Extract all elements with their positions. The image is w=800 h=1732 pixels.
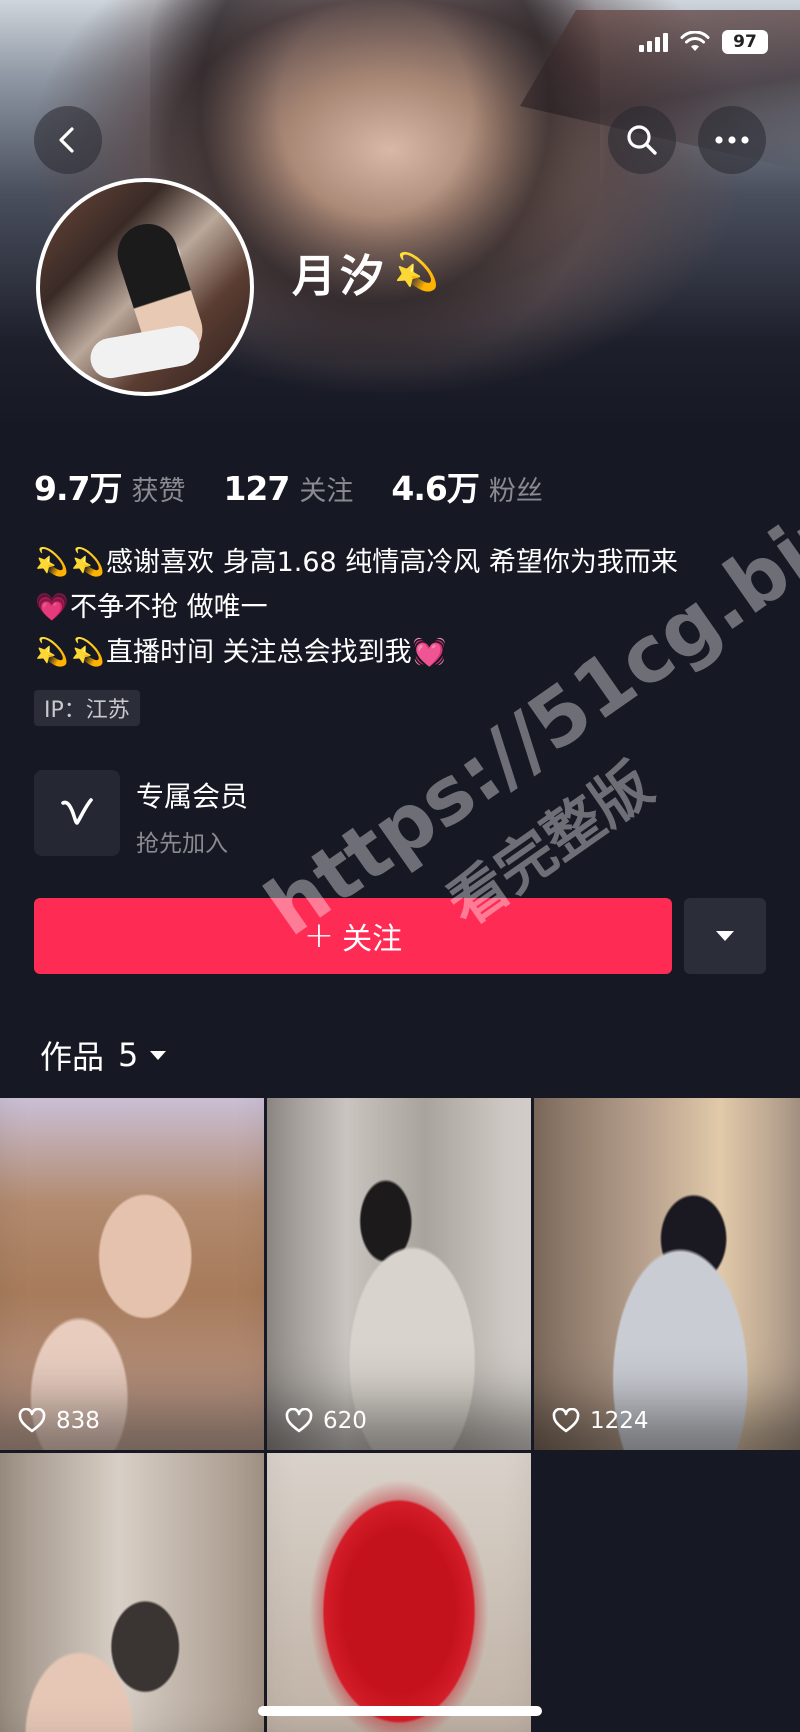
bio-line: 💫💫感谢喜欢 身高1.68 纯情高冷风 希望你为我而来 (34, 540, 774, 585)
empty-grid-cell (534, 1453, 800, 1732)
stat-following-value: 127 (223, 469, 290, 508)
profile-bio: 💫💫感谢喜欢 身高1.68 纯情高冷风 希望你为我而来 💗不争不抢 做唯一 💫💫… (34, 540, 774, 675)
stat-followers-label: 粉丝 (488, 476, 543, 507)
status-bar: 97 (639, 30, 768, 54)
works-tab[interactable]: 作品 5 (40, 1032, 168, 1078)
wifi-icon (680, 31, 710, 51)
avatar-detail (87, 322, 203, 382)
video-thumbnail[interactable] (0, 1453, 264, 1732)
dizzy-emoji-icon: 💫 (394, 252, 443, 293)
like-count: 838 (18, 1408, 100, 1434)
video-thumbnail[interactable] (267, 1453, 531, 1732)
dizzy-emoji-icon: 💫 (71, 637, 105, 668)
bio-line: 💫💫直播时间 关注总会找到我💓 (34, 630, 774, 675)
cellular-signal-icon (639, 32, 668, 52)
heart-outline-icon (552, 1408, 580, 1433)
heart-outline-icon (18, 1408, 46, 1433)
avatar[interactable] (36, 178, 254, 396)
works-grid: 838 620 1224 (0, 1098, 800, 1732)
like-count: 1224 (552, 1408, 649, 1434)
member-title[interactable]: 专属会员 (136, 775, 248, 815)
ip-location-tag: IP：江苏 (34, 690, 140, 726)
stat-likes-label: 获赞 (131, 476, 186, 507)
home-indicator[interactable] (258, 1706, 542, 1716)
dizzy-emoji-icon: 💫 (71, 547, 105, 578)
bio-text: 直播时间 关注总会找到我 (106, 637, 412, 668)
stat-likes[interactable]: 9.7万 获赞 (34, 462, 185, 510)
stat-followers[interactable]: 4.6万 粉丝 (391, 462, 542, 510)
member-subtitle: 抢先加入 (136, 831, 228, 857)
video-thumbnail[interactable]: 620 (267, 1098, 531, 1450)
stat-likes-value: 9.7万 (34, 469, 122, 508)
more-button[interactable] (698, 106, 766, 174)
video-thumbnail[interactable]: 1224 (534, 1098, 800, 1450)
more-icon (715, 136, 749, 144)
search-icon (627, 125, 657, 155)
stat-following-label: 关注 (299, 476, 354, 507)
back-button[interactable] (34, 106, 102, 174)
stat-followers-value: 4.6万 (391, 469, 479, 508)
heart-emoji-icon: 💗 (35, 592, 69, 623)
dropdown-triangle-icon (716, 931, 734, 941)
search-button[interactable] (608, 106, 676, 174)
plus-icon: + (303, 915, 335, 956)
recommend-dropdown-button[interactable] (684, 898, 766, 974)
profile-name: 月汐 💫 (292, 240, 443, 304)
like-count-text: 620 (323, 1408, 367, 1434)
follow-button[interactable]: + 关注 (34, 898, 672, 974)
like-count-text: 838 (56, 1408, 100, 1434)
heart-outline-icon (285, 1408, 313, 1433)
back-icon (59, 127, 74, 153)
like-count: 620 (285, 1408, 367, 1434)
video-thumbnail[interactable]: 838 (0, 1098, 264, 1450)
bio-line: 💗不争不抢 做唯一 (34, 585, 774, 630)
battery-indicator: 97 (722, 30, 768, 54)
stat-following[interactable]: 127 关注 (223, 469, 353, 508)
bio-text: 感谢喜欢 身高1.68 纯情高冷风 希望你为我而来 (106, 547, 678, 578)
member-v-icon (61, 798, 93, 825)
works-count: 5 (118, 1036, 139, 1074)
heart-emoji-icon: 💓 (412, 637, 447, 668)
dizzy-emoji-icon: 💫 (35, 637, 69, 668)
follow-button-label: 关注 (342, 922, 403, 957)
bio-text: 不争不抢 做唯一 (70, 592, 268, 623)
dizzy-emoji-icon: 💫 (35, 547, 69, 578)
works-label: 作品 (40, 1038, 105, 1076)
profile-stats: 9.7万 获赞 127 关注 4.6万 粉丝 (34, 462, 581, 510)
member-badge[interactable] (34, 770, 120, 856)
profile-name-text: 月汐 (292, 251, 388, 302)
like-count-text: 1224 (590, 1408, 649, 1434)
caret-down-icon (150, 1051, 167, 1060)
